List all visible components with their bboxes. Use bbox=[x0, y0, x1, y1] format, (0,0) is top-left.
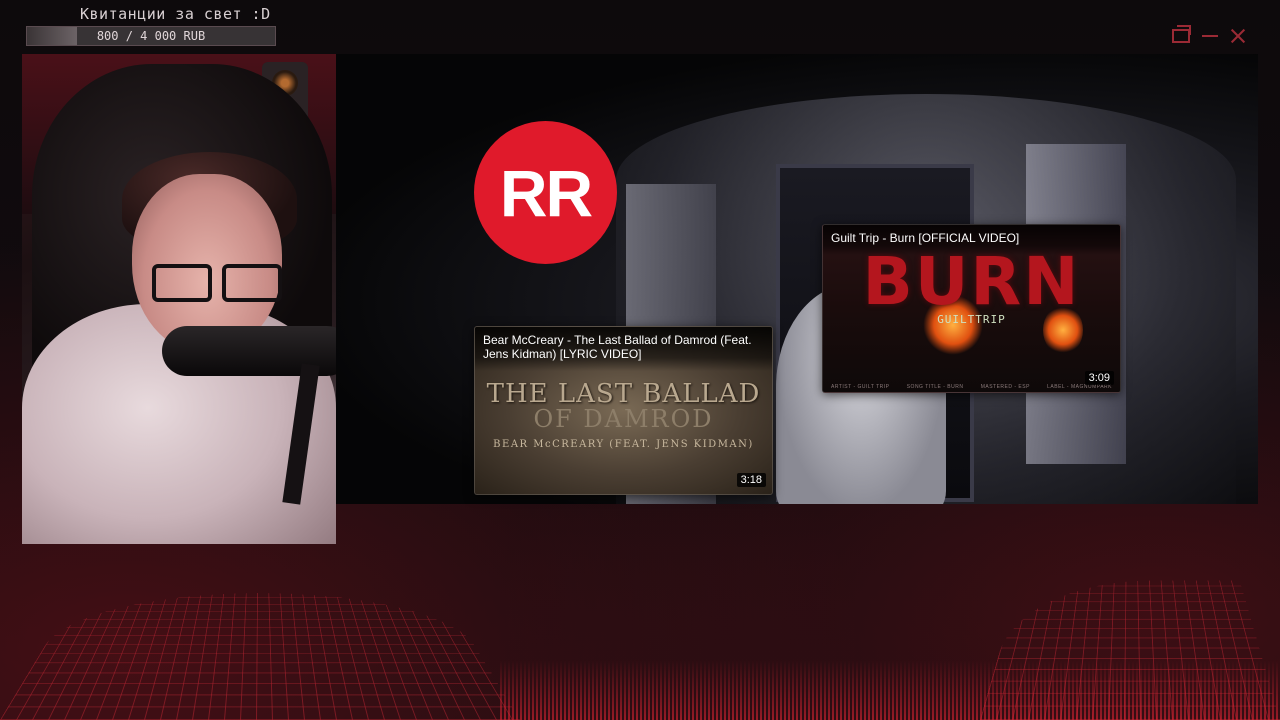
thumbnail-credit: MASTERED - ESP bbox=[980, 384, 1030, 390]
video-card-title: Guilt Trip - Burn [OFFICIAL VIDEO] bbox=[823, 225, 1120, 255]
thumbnail-credits: ARTIST - GUILT TRIP SONG TITLE - BURN MA… bbox=[831, 384, 1112, 390]
donation-title: Квитанции за свет :D bbox=[80, 5, 271, 23]
thumbnail-artist-line: BEAR McCREARY (FEAT. JENS KIDMAN) bbox=[493, 439, 754, 450]
close-icon[interactable] bbox=[1230, 28, 1246, 44]
donation-progress-bar: 800 / 4 000 RUB bbox=[26, 26, 276, 46]
donation-amount: 800 / 4 000 RUB bbox=[96, 29, 206, 43]
webcam-glasses bbox=[152, 264, 282, 302]
end-screen-video-card-burn[interactable]: Guilt Trip - Burn [OFFICIAL VIDEO] BURN … bbox=[822, 224, 1121, 393]
donation-goal: Квитанции за свет :D 800 / 4 000 RUB bbox=[26, 4, 276, 46]
channel-logo-text: RR bbox=[499, 155, 593, 230]
thumbnail-band-logo: GUILTTRIP bbox=[937, 313, 1006, 326]
video-card-title: Bear McCreary - The Last Ballad of Damro… bbox=[475, 327, 772, 371]
decor-math-scribbles bbox=[480, 560, 980, 680]
webcam-feed bbox=[22, 54, 336, 544]
video-card-duration: 3:18 bbox=[736, 473, 766, 487]
minimize-icon[interactable] bbox=[1202, 35, 1218, 37]
thumbnail-title-line2: OF DAMROD bbox=[533, 405, 714, 433]
window-controls bbox=[1172, 25, 1246, 44]
video-card-duration: 3:09 bbox=[1084, 371, 1114, 385]
restore-icon[interactable] bbox=[1172, 25, 1191, 43]
thumbnail-credit: SONG TITLE - BURN bbox=[906, 384, 964, 390]
thumbnail-credit: ARTIST - GUILT TRIP bbox=[831, 384, 890, 390]
channel-logo[interactable]: RR bbox=[474, 121, 617, 264]
end-screen-video-card-ballad[interactable]: Bear McCreary - The Last Ballad of Damro… bbox=[474, 326, 773, 495]
video-card-thumbnail: THE LAST BALLAD OF DAMROD BEAR McCREARY … bbox=[475, 379, 772, 450]
